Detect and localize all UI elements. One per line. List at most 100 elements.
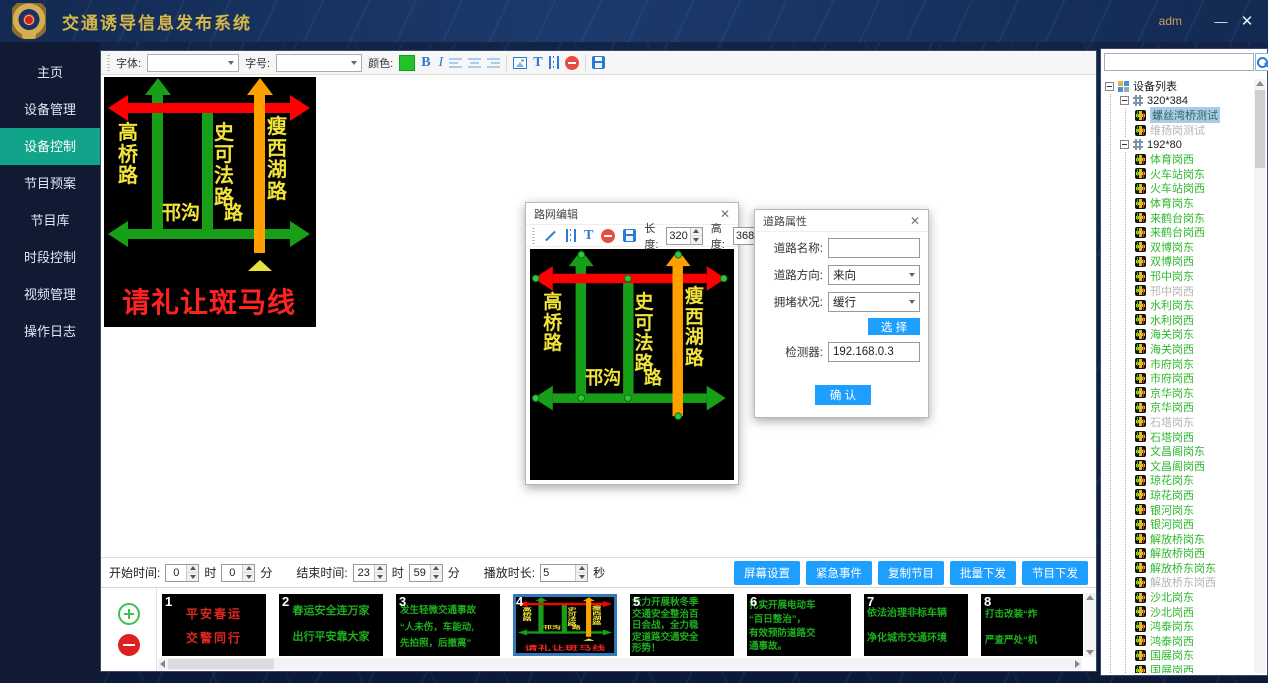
spin-up-icon[interactable]	[187, 565, 198, 574]
sidebar-item[interactable]: 时段控制	[0, 239, 100, 276]
device-label[interactable]: 沙北岗东	[1150, 589, 1194, 605]
device-row[interactable]: 火车站岗西	[1135, 181, 1252, 196]
device-label[interactable]: 市府岗东	[1150, 356, 1194, 372]
action-button[interactable]: 紧急事件	[806, 561, 872, 585]
device-label[interactable]: 京华岗西	[1150, 399, 1194, 415]
dialog-titlebar[interactable]: 路网编辑 ✕	[526, 203, 738, 225]
program-thumbnail[interactable]: 1平安春运 交警同行	[162, 594, 266, 656]
device-label[interactable]: 双博岗西	[1150, 253, 1194, 269]
device-row[interactable]: 京华岗西	[1135, 400, 1252, 415]
end-hour-spinner[interactable]: 23	[353, 564, 387, 582]
spin-up-icon[interactable]	[576, 565, 587, 574]
remove-program-icon[interactable]	[118, 634, 140, 656]
device-row[interactable]: 解放桥东岗东	[1135, 561, 1252, 576]
size-select[interactable]	[276, 54, 362, 72]
device-label[interactable]: 水利岗西	[1150, 312, 1194, 328]
road-editor-canvas[interactable]: 高桥路 史可法路 瘦西湖路 邗沟 路 请礼让斑马线	[530, 249, 734, 480]
device-label[interactable]: 来鹤台岗西	[1150, 224, 1205, 240]
device-label[interactable]: 文昌阁岗西	[1150, 458, 1205, 474]
device-label[interactable]: 体育岗东	[1150, 195, 1194, 211]
road-name-input[interactable]	[828, 238, 920, 258]
device-row[interactable]: 沙北岗东	[1135, 590, 1252, 605]
device-row[interactable]: 双博岗东	[1135, 240, 1252, 255]
device-label[interactable]: 火车站岗东	[1150, 166, 1205, 182]
device-row[interactable]: 文昌阁岗西	[1135, 458, 1252, 473]
spin-down-icon[interactable]	[691, 236, 702, 244]
scrollbar-thumb[interactable]	[1255, 90, 1265, 168]
confirm-button[interactable]: 确 认	[815, 385, 871, 405]
device-row[interactable]: 海关岗东	[1135, 327, 1252, 342]
device-row[interactable]: 市府岗东	[1135, 356, 1252, 371]
close-icon[interactable]: ✕	[720, 207, 730, 221]
device-label[interactable]: 石塔岗东	[1150, 414, 1194, 430]
collapse-icon[interactable]	[1120, 140, 1129, 149]
scroll-up-icon[interactable]	[1255, 79, 1265, 89]
spin-up-icon[interactable]	[243, 565, 254, 574]
device-row[interactable]: 国展岗东	[1135, 648, 1252, 663]
led-screen-preview[interactable]: 高桥路 史可法路 瘦西湖路 邗沟 路 请礼让斑马线	[104, 77, 316, 327]
device-row[interactable]: 京华岗东	[1135, 385, 1252, 400]
search-button[interactable]	[1255, 53, 1268, 71]
start-hour-spinner[interactable]: 0	[165, 564, 199, 582]
device-label[interactable]: 火车站岗西	[1150, 180, 1205, 196]
action-button[interactable]: 复制节目	[878, 561, 944, 585]
color-swatch[interactable]	[399, 55, 415, 71]
sidebar-item[interactable]: 操作日志	[0, 313, 100, 350]
edit-handle[interactable]	[674, 412, 682, 420]
device-row[interactable]: 解放桥岗西	[1135, 546, 1252, 561]
spin-down-icon[interactable]	[243, 573, 254, 581]
tree-root-row[interactable]: 设备列表	[1105, 79, 1252, 94]
device-row[interactable]: 琼花岗东	[1135, 473, 1252, 488]
device-label[interactable]: 来鹤台岗东	[1150, 210, 1205, 226]
sidebar-item[interactable]: 主页	[0, 54, 100, 91]
device-row[interactable]: 邗中岗西	[1135, 283, 1252, 298]
collapse-icon[interactable]	[1105, 82, 1114, 91]
road-tool-icon[interactable]	[566, 229, 576, 242]
minimize-icon[interactable]: —	[1210, 14, 1232, 29]
edit-handle[interactable]	[624, 394, 632, 402]
program-thumbnail[interactable]: 6扎实开展电动车 “百日整治”， 有效预防道路交 通事故。	[747, 594, 851, 656]
select-button[interactable]: 选 择	[868, 318, 920, 335]
sidebar-item[interactable]: 节目预案	[0, 165, 100, 202]
device-label[interactable]: 银河岗东	[1150, 502, 1194, 518]
sidebar-item[interactable]: 设备控制	[0, 128, 100, 165]
spin-down-icon[interactable]	[187, 573, 198, 581]
device-row[interactable]: 来鹤台岗西	[1135, 225, 1252, 240]
device-row[interactable]: 体育岗东	[1135, 196, 1252, 211]
text-tool-icon[interactable]: T	[584, 228, 593, 244]
road-direction-select[interactable]: 来向	[828, 265, 920, 285]
spin-up-icon[interactable]	[431, 565, 442, 574]
add-program-icon[interactable]	[118, 603, 140, 625]
action-button[interactable]: 批量下发	[950, 561, 1016, 585]
collapse-icon[interactable]	[1120, 96, 1129, 105]
device-row[interactable]: 水利岗西	[1135, 313, 1252, 328]
action-button[interactable]: 屏幕设置	[734, 561, 800, 585]
sidebar-item[interactable]: 设备管理	[0, 91, 100, 128]
edit-handle[interactable]	[578, 251, 586, 259]
duration-spinner[interactable]: 5	[540, 564, 588, 582]
device-label[interactable]: 琼花岗东	[1150, 472, 1194, 488]
program-thumbnail[interactable]: 8打击改装“炸 严查严处“机	[981, 594, 1083, 656]
device-label[interactable]: 螺丝湾桥测试	[1150, 107, 1220, 123]
edit-handle[interactable]	[578, 394, 586, 402]
device-row[interactable]: 文昌阁岗东	[1135, 444, 1252, 459]
device-row[interactable]: 国展岗西	[1135, 663, 1252, 673]
close-icon[interactable]: ✕	[910, 214, 920, 228]
start-minute-spinner[interactable]: 0	[221, 564, 255, 582]
align-left-icon[interactable]	[449, 58, 462, 68]
device-row[interactable]: 解放桥岗东	[1135, 531, 1252, 546]
device-label[interactable]: 邗中岗西	[1150, 283, 1194, 299]
device-label[interactable]: 国展岗东	[1150, 647, 1194, 663]
edit-handle[interactable]	[532, 275, 540, 283]
detector-input[interactable]: 192.168.0.3	[828, 342, 920, 362]
panel-scrollbar[interactable]	[1254, 79, 1266, 673]
device-row[interactable]: 石塔岗西	[1135, 429, 1252, 444]
device-row[interactable]: 火车站岗东	[1135, 167, 1252, 182]
tree-group-row[interactable]: 320*384	[1120, 94, 1252, 109]
device-label[interactable]: 京华岗东	[1150, 385, 1194, 401]
program-thumbnail-selected[interactable]: 高桥路 史可法路 瘦西湖路 邗沟 路 请礼让斑马线 4	[513, 594, 617, 656]
search-input[interactable]	[1104, 53, 1254, 71]
device-row[interactable]: 邗中岗东	[1135, 269, 1252, 284]
device-label[interactable]: 鸿泰岗东	[1150, 618, 1194, 634]
save-icon[interactable]	[592, 56, 605, 69]
